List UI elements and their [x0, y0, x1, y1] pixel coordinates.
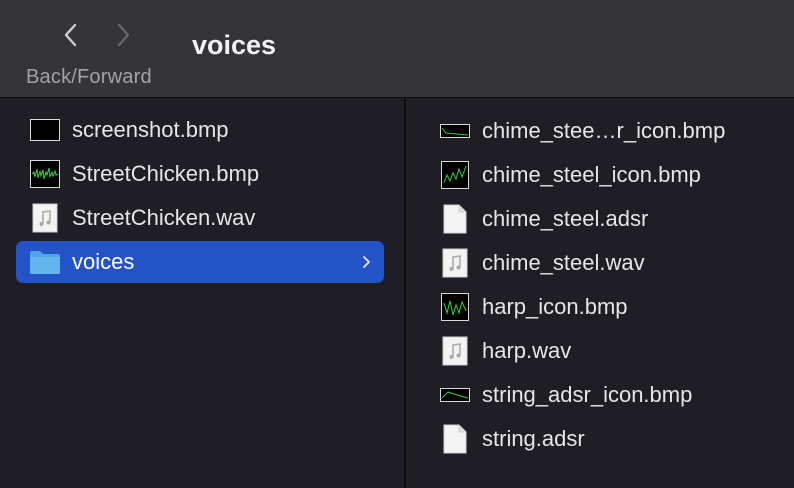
window-title: voices: [192, 30, 277, 60]
list-item-streetchicken-bmp[interactable]: StreetChicken.bmp: [16, 153, 384, 195]
list-item-chime-steel-icon-bmp[interactable]: chime_steel_icon.bmp: [436, 154, 786, 196]
chevron-right-icon: [356, 255, 376, 269]
list-item-label: chime_steel.adsr: [482, 206, 649, 231]
bmp-waveform-thumbnail-icon: [28, 159, 62, 189]
list-item-label: chime_steel_icon.bmp: [482, 162, 701, 187]
list-item-label: StreetChicken.wav: [72, 205, 256, 230]
finder-window: Back/Forward voices screenshot.bmp Stree…: [0, 0, 794, 488]
back-forward-label: Back/Forward: [26, 66, 152, 88]
chevron-right-icon: [117, 23, 130, 47]
list-item-harp-wav[interactable]: harp.wav: [436, 330, 786, 372]
folder-icon: [28, 247, 62, 277]
list-item-label: voices: [72, 249, 135, 274]
list-item-label: harp.wav: [482, 338, 572, 363]
list-item-string-adsr[interactable]: string.adsr: [436, 418, 786, 460]
list-item-screenshot-bmp[interactable]: screenshot.bmp: [16, 109, 384, 151]
toolbar: Back/Forward voices: [0, 0, 794, 98]
list-item-voices-folder[interactable]: voices: [16, 241, 384, 283]
audio-file-icon: [28, 203, 62, 233]
document-icon: [438, 424, 472, 454]
list-item-string-adsr-icon-bmp[interactable]: string_adsr_icon.bmp: [436, 374, 786, 416]
back-button[interactable]: [56, 18, 86, 52]
list-item-label: string.adsr: [482, 426, 585, 451]
list-item-label: string_adsr_icon.bmp: [482, 382, 693, 407]
list-item-label: screenshot.bmp: [72, 117, 229, 142]
bmp-adsr-thumbnail-icon: [438, 380, 472, 410]
audio-file-icon: [438, 336, 472, 366]
list-item-harp-icon-bmp[interactable]: harp_icon.bmp: [436, 286, 786, 328]
list-item-chime-steel-adsr[interactable]: chime_steel.adsr: [436, 198, 786, 240]
list-item-label: harp_icon.bmp: [482, 294, 628, 319]
bmp-waveform-thumbnail-icon: [438, 160, 472, 190]
forward-button[interactable]: [108, 18, 138, 52]
column-voices[interactable]: chime_stee…r_icon.bmp chime_steel_icon.b…: [406, 99, 794, 488]
bmp-waveform-thumbnail-icon: [438, 292, 472, 322]
list-item-label: chime_steel.wav: [482, 250, 645, 275]
list-item-chime-steel-wav[interactable]: chime_steel.wav: [436, 242, 786, 284]
list-item-label: chime_stee…r_icon.bmp: [482, 118, 726, 143]
bmp-black-thumbnail-icon: [28, 115, 62, 145]
audio-file-icon: [438, 248, 472, 278]
list-item-streetchicken-wav[interactable]: StreetChicken.wav: [16, 197, 384, 239]
document-icon: [438, 204, 472, 234]
list-item-chime-steel-adsr-icon-bmp[interactable]: chime_stee…r_icon.bmp: [436, 110, 786, 152]
column-parent[interactable]: screenshot.bmp StreetChicken.bmp StreetC…: [0, 99, 404, 488]
chevron-left-icon: [64, 23, 77, 47]
bmp-adsr-thumbnail-icon: [438, 116, 472, 146]
list-item-label: StreetChicken.bmp: [72, 161, 260, 186]
